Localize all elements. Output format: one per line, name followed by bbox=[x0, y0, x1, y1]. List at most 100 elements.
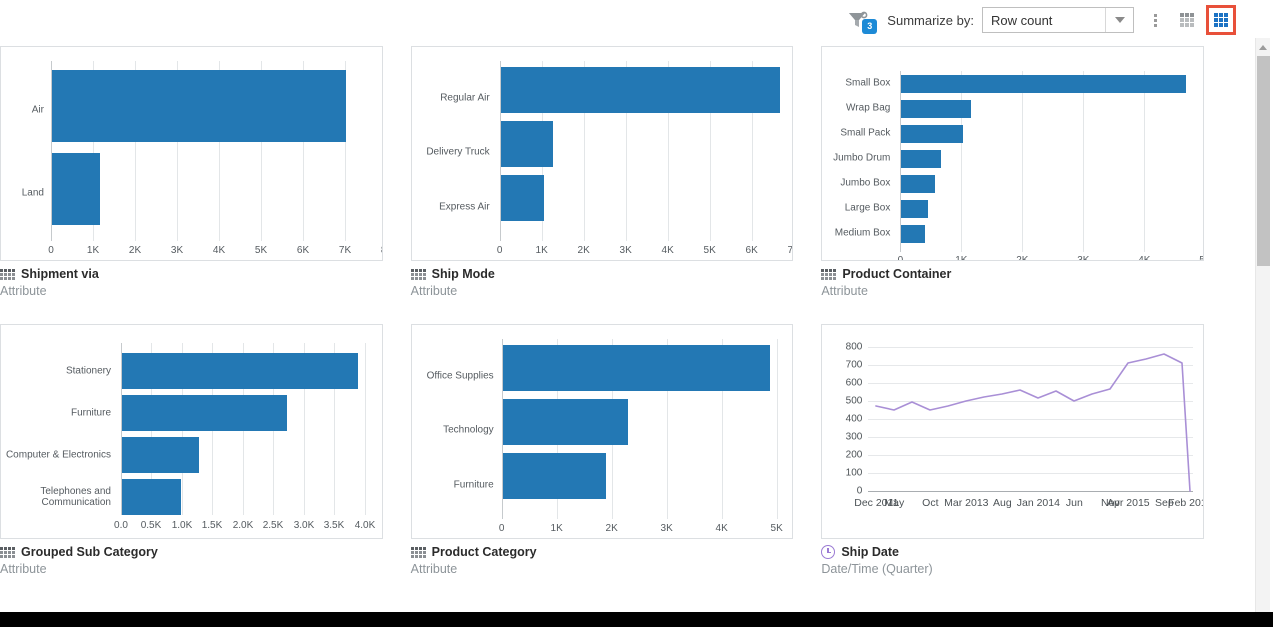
x-tick-label: 1K bbox=[535, 245, 548, 256]
x-tick-label: 3.5K bbox=[323, 520, 345, 531]
bar bbox=[122, 395, 287, 431]
card-footer: Shipment via Attribute bbox=[0, 261, 383, 298]
x-tick-label: 1K bbox=[550, 523, 563, 534]
vertical-scrollbar[interactable] bbox=[1255, 38, 1270, 612]
chart-card-ship-mode[interactable]: Regular Air Delivery Truck Express Air 0… bbox=[410, 46, 794, 261]
x-tick-label: 0 bbox=[48, 245, 54, 256]
chart-card-product-container[interactable]: Small Box Wrap Bag Small Pack Jumbo Drum… bbox=[821, 46, 1205, 261]
bar-category-label: Air bbox=[31, 104, 44, 116]
bar bbox=[122, 479, 181, 515]
filter-count-badge: 3 bbox=[862, 19, 878, 34]
y-tick-label: 0 bbox=[856, 485, 863, 497]
card-subtitle: Attribute bbox=[0, 284, 47, 298]
chart-card-product-category[interactable]: Office Supplies Technology Furniture 0 1… bbox=[410, 324, 794, 539]
kebab-menu-icon[interactable] bbox=[1144, 7, 1166, 33]
y-tick-label: 400 bbox=[845, 413, 863, 425]
card-subtitle: Attribute bbox=[410, 562, 458, 576]
card-title: Ship Date bbox=[841, 545, 899, 559]
summarize-by-label: Summarize by: bbox=[887, 12, 974, 28]
summarize-by-select[interactable]: Row count bbox=[982, 7, 1134, 33]
summarize-by-value: Row count bbox=[991, 12, 1053, 28]
x-tick-label: 0 bbox=[498, 523, 505, 534]
x-tick-label: 1K bbox=[955, 255, 968, 261]
x-tick-label: 5K bbox=[770, 523, 783, 534]
x-tick-label: 8K bbox=[381, 245, 382, 256]
x-tick-label: 2K bbox=[1016, 255, 1029, 261]
bar bbox=[901, 150, 942, 168]
bar-category-label: Jumbo Drum bbox=[833, 152, 891, 164]
bar-category-label: Office Supplies bbox=[426, 370, 494, 382]
x-tick-label: 0 bbox=[496, 245, 503, 256]
attribute-grid-icon bbox=[821, 268, 837, 280]
chart-card-grouped-sub-category[interactable]: Stationery Furniture Computer & Electron… bbox=[0, 324, 383, 539]
card-footer: Product Container Attribute bbox=[821, 261, 1204, 298]
bar-chart-product-container: Small Box Wrap Bag Small Pack Jumbo Drum… bbox=[822, 47, 1203, 260]
bar bbox=[52, 70, 346, 142]
card-footer: Grouped Sub Category Attribute bbox=[0, 539, 383, 576]
bar bbox=[901, 75, 1187, 93]
card-title: Product Container bbox=[842, 267, 952, 281]
bar-chart-ship-mode: Regular Air Delivery Truck Express Air 0… bbox=[412, 47, 792, 260]
x-tick-label: 2K bbox=[577, 245, 590, 256]
bar bbox=[901, 200, 929, 218]
x-tick-label: 5K bbox=[1199, 255, 1203, 260]
bar bbox=[502, 399, 628, 445]
y-tick-label: 600 bbox=[845, 377, 863, 389]
bar-category-label: Delivery Truck bbox=[426, 146, 490, 158]
table-view-icon[interactable] bbox=[1174, 7, 1200, 33]
bar-category-label: Furniture bbox=[70, 407, 111, 419]
x-tick-label: 2K bbox=[605, 523, 618, 534]
bar-category-label: Medium Box bbox=[834, 227, 891, 239]
bar-category-label: Land bbox=[21, 187, 44, 199]
x-tick-label: 5K bbox=[254, 245, 268, 256]
y-tick-label: 200 bbox=[845, 449, 863, 461]
bar-category-label: Furniture bbox=[453, 479, 494, 491]
chart-cell: Stationery Furniture Computer & Electron… bbox=[0, 324, 411, 576]
x-tick-label: 2.5K bbox=[262, 520, 284, 531]
chart-grid: Air Land 0 1K 2K 3K 4K 5K 6K 7K Shipment… bbox=[0, 46, 1232, 602]
x-tick-label: 5K bbox=[703, 245, 716, 256]
chart-row: Stationery Furniture Computer & Electron… bbox=[0, 324, 1232, 576]
bar bbox=[502, 453, 606, 499]
x-tick-label: Feb 2016 bbox=[1168, 497, 1203, 509]
attribute-grid-icon bbox=[0, 546, 15, 558]
filter-funnel-icon[interactable]: 3 bbox=[843, 5, 878, 35]
x-tick-label: 3K bbox=[1077, 255, 1090, 261]
bar bbox=[122, 353, 358, 389]
y-tick-label: 500 bbox=[845, 395, 863, 407]
attribute-grid-icon bbox=[410, 546, 426, 558]
card-title: Ship Mode bbox=[431, 267, 495, 281]
x-tick-label: 4K bbox=[1138, 255, 1151, 261]
bar bbox=[500, 175, 544, 221]
x-tick-label: 6K bbox=[296, 245, 310, 256]
chevron-down-icon[interactable] bbox=[1105, 8, 1133, 32]
scrollbar-thumb[interactable] bbox=[1257, 56, 1270, 266]
x-tick-label: 4.0K bbox=[354, 520, 376, 531]
y-tick-label: 700 bbox=[845, 359, 863, 371]
bar-category-label: Wrap Bag bbox=[846, 102, 891, 114]
x-tick-label: 7K bbox=[338, 245, 352, 256]
bar-category-label: Express Air bbox=[439, 201, 490, 213]
chart-card-ship-date[interactable]: 800 700 600 500 400 300 200 100 0 Dec 20… bbox=[821, 324, 1205, 539]
scroll-up-arrow-icon[interactable] bbox=[1256, 40, 1270, 54]
top-toolbar: 3 Summarize by: Row count bbox=[0, 0, 1246, 40]
x-tick-label: 3K bbox=[660, 523, 673, 534]
bar-chart-shipment-via: Air Land 0 1K 2K 3K 4K 5K 6K 7K bbox=[1, 47, 382, 260]
bar bbox=[500, 67, 780, 113]
chart-cell: Air Land 0 1K 2K 3K 4K 5K 6K 7K Shipment… bbox=[0, 46, 411, 298]
x-tick-label: 4K bbox=[661, 245, 674, 256]
x-tick-label: 1.0K bbox=[171, 520, 193, 531]
bar bbox=[52, 153, 100, 225]
chart-card-shipment-via[interactable]: Air Land 0 1K 2K 3K 4K 5K 6K 7K bbox=[0, 46, 383, 261]
card-footer: Product Category Attribute bbox=[410, 539, 794, 576]
y-tick-label: 300 bbox=[845, 431, 863, 443]
analytics-dashboard: 3 Summarize by: Row count Air Land 0 1K … bbox=[0, 0, 1273, 627]
x-tick-label: 6K bbox=[745, 245, 758, 256]
bar-category-label: Regular Air bbox=[440, 92, 490, 104]
bar-category-label: Technology bbox=[443, 424, 494, 436]
card-subtitle: Attribute bbox=[821, 284, 868, 298]
attribute-grid-icon bbox=[410, 268, 426, 280]
card-subtitle: Date/Time (Quarter) bbox=[821, 562, 933, 576]
grid-view-icon[interactable] bbox=[1206, 5, 1236, 35]
bar-chart-product-category: Office Supplies Technology Furniture 0 1… bbox=[412, 325, 793, 538]
